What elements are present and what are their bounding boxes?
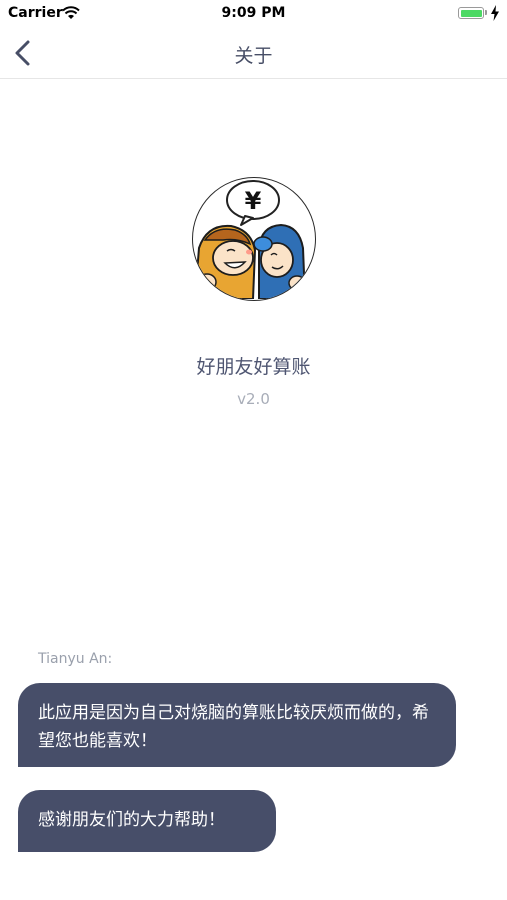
navigation-bar: 关于 [0, 28, 507, 79]
charging-bolt-icon [491, 5, 499, 21]
battery-level [460, 9, 482, 17]
status-time: 9:09 PM [221, 5, 286, 21]
app-name: 好朋友好算账 [196, 356, 311, 378]
chat-bubble: 此应用是因为自己对烧脑的算账比较厌烦而做的，希望您也能喜欢！ [18, 683, 456, 767]
page-title: 关于 [234, 45, 273, 67]
app-logo: ¥ [192, 177, 316, 301]
battery-icon [458, 7, 484, 19]
message-author: Tianyu An: [38, 651, 113, 667]
chat-bubble: 感谢朋友们的大力帮助！ [18, 790, 276, 852]
status-bar: Carrier 9:09 PM [0, 0, 507, 28]
app-logo-illustration: ¥ [193, 180, 307, 300]
app-version: v2.0 [237, 390, 270, 408]
battery-cap [485, 10, 487, 15]
currency-symbol: ¥ [245, 187, 262, 215]
